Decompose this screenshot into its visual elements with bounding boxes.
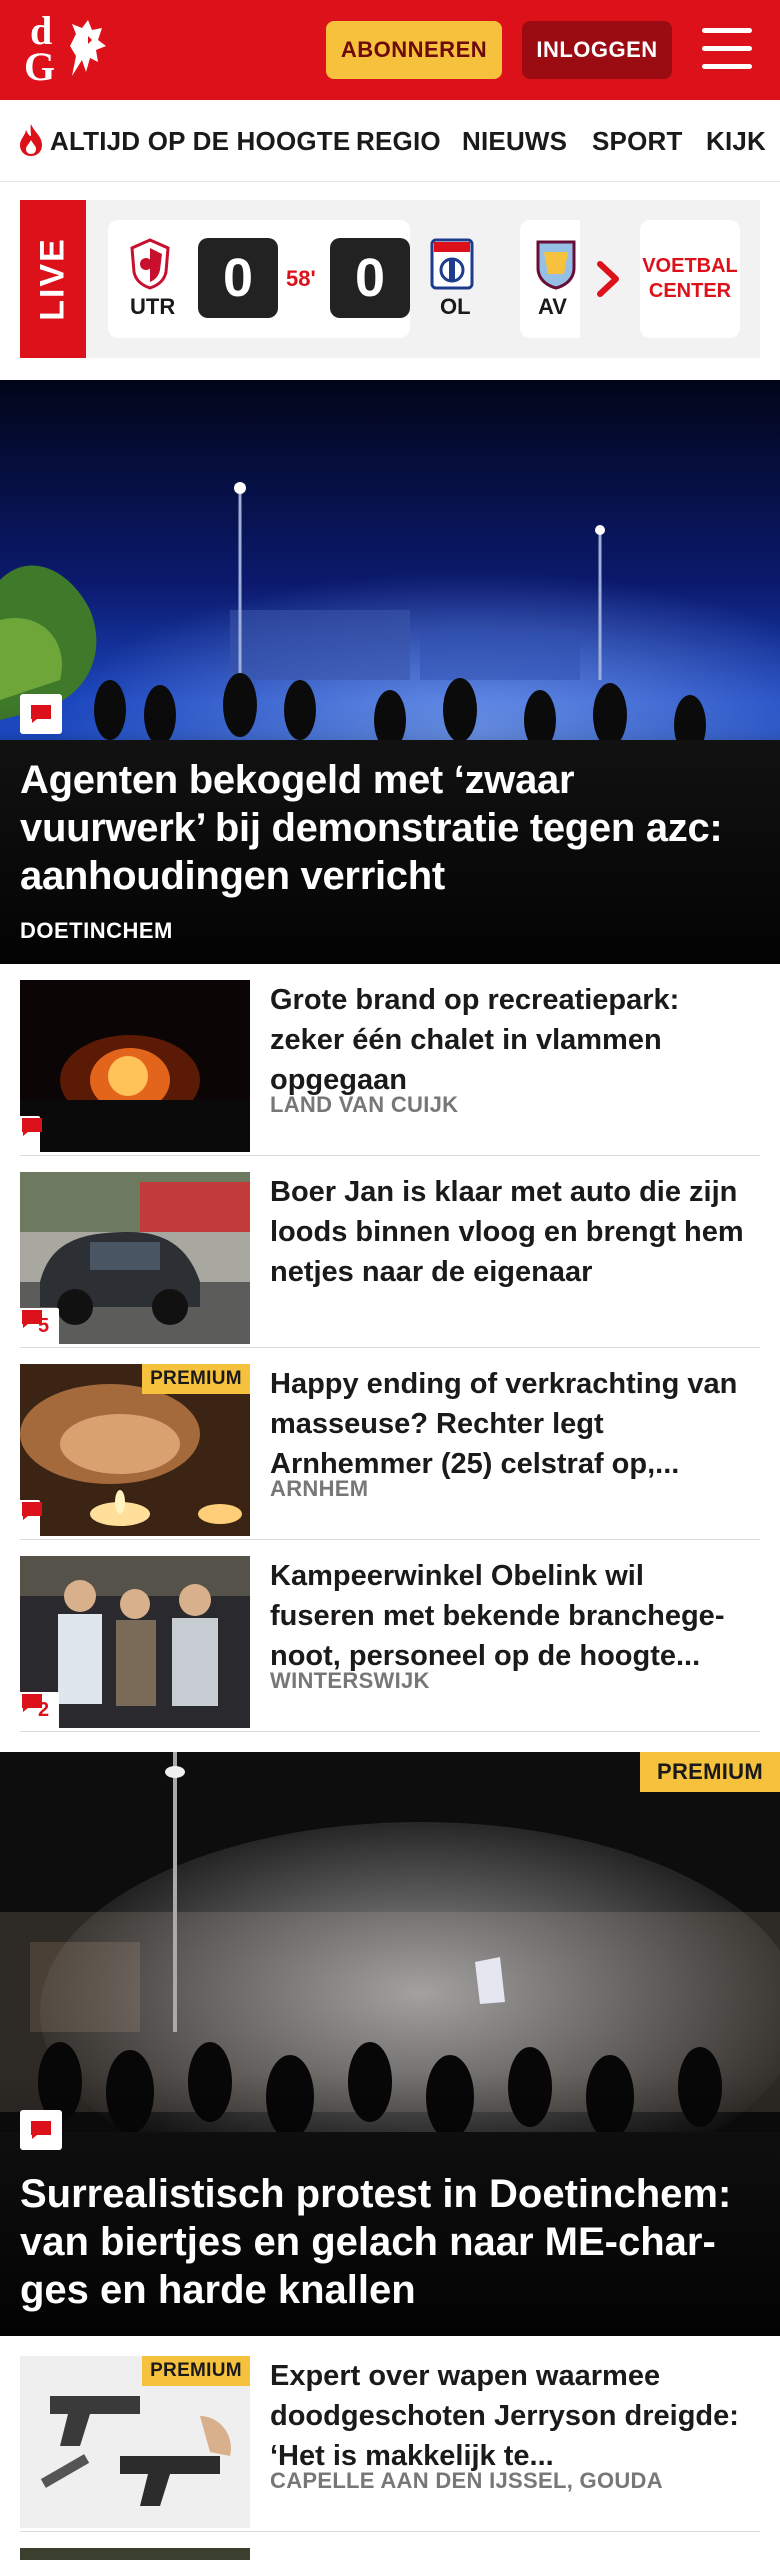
top-bar: d G ABONNEREN INLOGGEN	[0, 0, 780, 100]
comment-badge	[20, 1500, 42, 1536]
away-score: 0	[330, 238, 410, 318]
article-thumbnail	[20, 2548, 250, 2560]
nav-item-nieuws[interactable]: NIEUWS	[462, 126, 567, 157]
article-item[interactable]: 5 Boer Jan is klaar met auto die zijn lo…	[20, 1156, 760, 1348]
article-title[interactable]: Grote brand op recreatiepark: zeker één …	[270, 980, 750, 1100]
match-minute: 58'	[286, 266, 316, 291]
login-button[interactable]: INLOGGEN	[522, 21, 672, 79]
nav-item-sport[interactable]: SPORT	[592, 126, 683, 157]
olympique-lyonnais-crest-icon	[430, 238, 474, 290]
comment-badge: 5	[20, 1308, 60, 1344]
fc-utrecht-crest-icon	[130, 238, 170, 290]
site-logo[interactable]: d G	[24, 11, 114, 87]
live-scores-strip: LIVE UTR 0 58' 0 OL AV VOETBAL CENTER	[20, 200, 760, 358]
article-thumbnail: PREMIUM	[20, 2356, 250, 2528]
article-item[interactable]: PREMIUM Expert over wapen waarmee doodge…	[20, 2340, 760, 2532]
live-match-card[interactable]: UTR 0 58' 0 OL	[108, 220, 474, 338]
home-score: 0	[198, 238, 278, 318]
article-thumbnail: 2	[20, 1556, 250, 1728]
article-title[interactable]: Kampeerwinkel Obelink wil fuseren met be…	[270, 1556, 750, 1676]
chevron-right-icon[interactable]	[590, 258, 626, 300]
next-match-card[interactable]: AV	[520, 220, 580, 338]
featured-article[interactable]: PREMIUM Surrealistisch protest in Doetin…	[0, 1752, 780, 2336]
premium-badge: PREMIUM	[142, 1364, 250, 1394]
comment-badge: 2	[20, 1692, 60, 1728]
comment-icon	[22, 1694, 42, 1712]
featured-title[interactable]: Surrealistisch protest in Doetinchem: va…	[20, 2170, 764, 2314]
subscribe-button[interactable]: ABONNEREN	[326, 21, 502, 79]
horse-emblem-icon	[70, 20, 106, 76]
nav-item-regio[interactable]: REGIO	[356, 126, 441, 157]
comment-icon	[22, 1118, 42, 1136]
voetbal-center-link[interactable]: VOETBAL CENTER	[640, 220, 740, 338]
hero-location: DOETINCHEM	[20, 918, 173, 943]
nav-item-kijk[interactable]: KIJK	[706, 126, 766, 157]
article-thumbnail	[20, 980, 250, 1152]
away-team-code: OL	[440, 294, 471, 319]
premium-badge: PREMIUM	[640, 1752, 780, 1792]
article-item[interactable]: 2 Kampeerwinkel Obelink wil fuseren met …	[20, 1540, 760, 1732]
article-location: ARNHEM	[270, 1476, 369, 1501]
comment-icon	[31, 2121, 51, 2139]
article-location: CAPELLE AAN DEN IJSSEL, GOUDA	[270, 2468, 663, 2493]
main-navigation: ALTIJD OP DE HOOGTE REGIO NIEUWS SPORT K…	[0, 100, 780, 182]
article-title[interactable]: Boer Jan is klaar met auto die zijn lood…	[270, 1172, 750, 1292]
article-thumbnail: PREMIUM	[20, 1364, 250, 1536]
article-location: WINTERSWIJK	[270, 1668, 430, 1693]
nav-item-altijd-op-de-hoogte[interactable]: ALTIJD OP DE HOOGTE	[50, 126, 350, 157]
comment-icon	[22, 1310, 42, 1328]
comment-icon	[31, 705, 51, 723]
hero-title[interactable]: Agenten bekogeld met ‘zwaar vuurwerk’ bi…	[20, 756, 764, 900]
hero-article[interactable]: Agenten bekogeld met ‘zwaar vuurwerk’ bi…	[0, 380, 780, 964]
home-team-code: UTR	[130, 294, 176, 319]
live-tag: LIVE	[20, 200, 86, 358]
article-title[interactable]: Happy ending of verkrachting van masseus…	[270, 1364, 750, 1484]
next-team-code: AV	[538, 294, 567, 319]
comment-badge	[20, 694, 62, 734]
aston-villa-crest-icon	[536, 240, 576, 290]
article-item[interactable]: PREMIUM Happy ending of verkrachting van…	[20, 1348, 760, 1540]
article-title[interactable]: Expert over wapen waarmee doodgeschoten …	[270, 2356, 750, 2476]
menu-icon[interactable]	[702, 26, 752, 72]
comment-badge	[20, 2110, 62, 2150]
article-location: LAND VAN CUIJK	[270, 1092, 459, 1117]
flame-icon	[20, 124, 42, 156]
comment-icon	[22, 1502, 42, 1520]
article-item[interactable]: Grote brand op recreatiepark: zeker één …	[20, 964, 760, 1156]
comment-badge	[20, 1116, 42, 1152]
premium-badge: PREMIUM	[142, 2356, 250, 2386]
article-thumbnail: 5	[20, 1172, 250, 1344]
